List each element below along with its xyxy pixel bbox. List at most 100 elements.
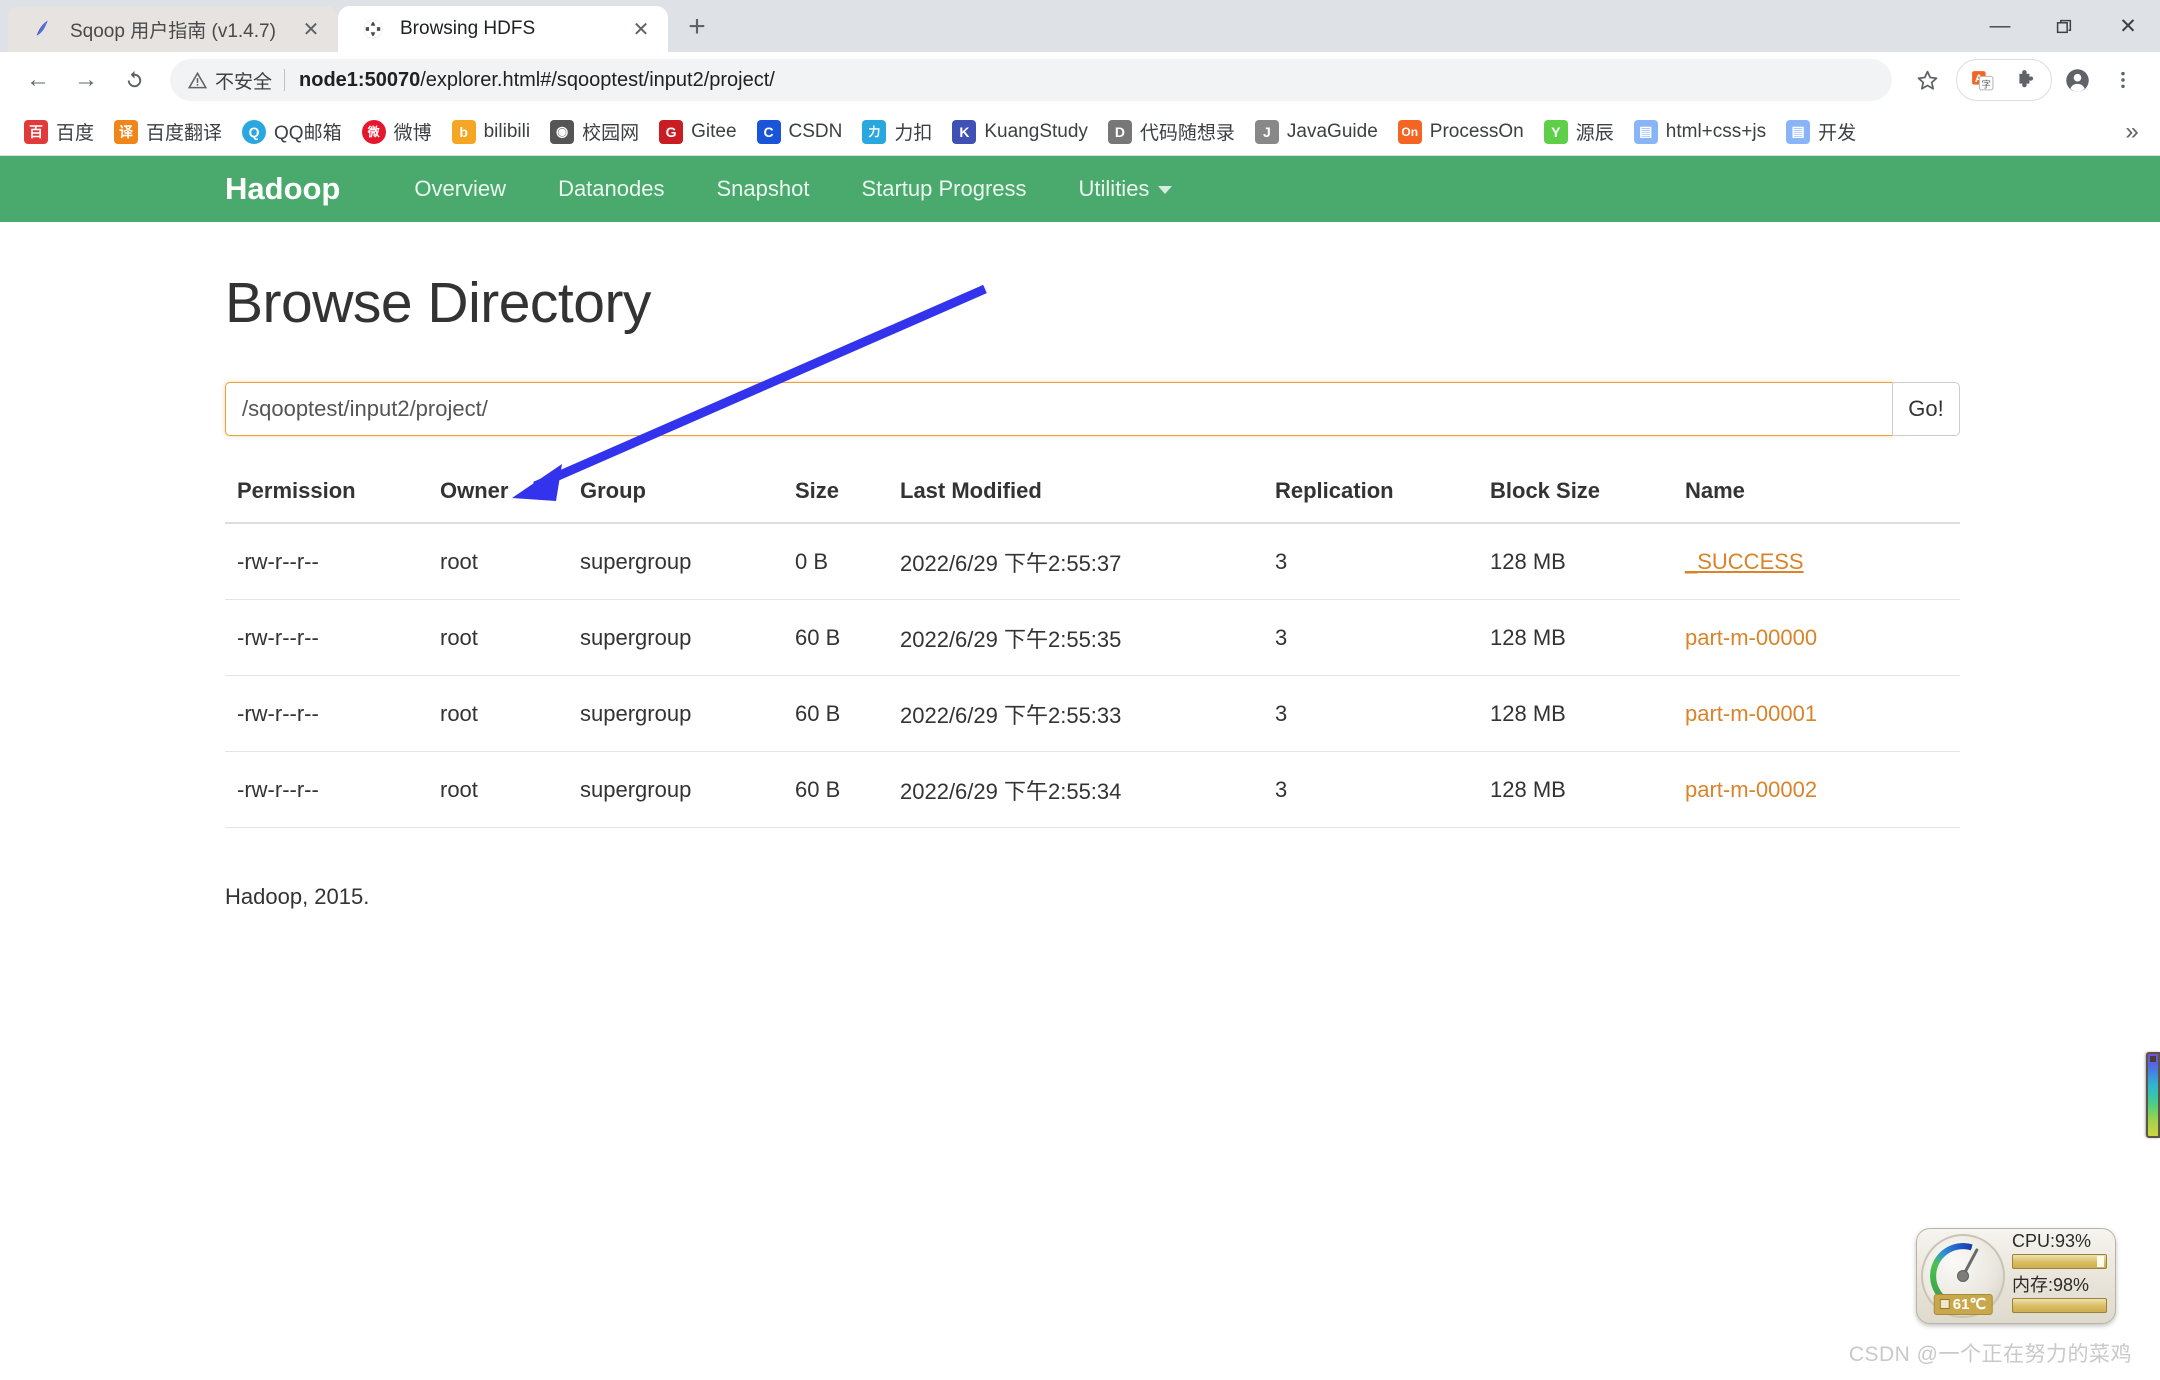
tab-title: Sqoop 用户指南 (v1.4.7) bbox=[70, 20, 276, 42]
bookmark-item[interactable]: J JavaGuide bbox=[1245, 115, 1388, 149]
edge-color-widget[interactable] bbox=[2146, 1052, 2160, 1138]
bookmark-item[interactable]: G Gitee bbox=[649, 115, 746, 149]
document-icon: D bbox=[1107, 119, 1132, 144]
file-link[interactable]: part-m-00001 bbox=[1685, 701, 1817, 726]
column-header-size[interactable]: Size bbox=[795, 478, 900, 524]
cell-last-modified: 2022/6/29 下午2:55:35 bbox=[900, 599, 1275, 676]
bookmark-label: 百度 bbox=[56, 123, 95, 144]
nav-item-datanodes[interactable]: Datanodes bbox=[532, 156, 690, 222]
column-header-owner[interactable]: Owner bbox=[440, 478, 580, 524]
go-button[interactable]: Go! bbox=[1892, 382, 1960, 436]
forward-icon[interactable]: → bbox=[64, 58, 108, 102]
cell-size: 0 B bbox=[795, 523, 900, 600]
browser-toolbar: ← → 不安全 node1:50070/explorer.html#/sqoop… bbox=[0, 52, 2160, 108]
tab-title: Browsing HDFS bbox=[400, 18, 536, 39]
maximize-icon[interactable] bbox=[2032, 0, 2096, 52]
hadoop-brand[interactable]: Hadoop bbox=[225, 171, 340, 207]
column-header-permission[interactable]: Permission bbox=[225, 478, 440, 524]
processon-icon: On bbox=[1397, 119, 1422, 144]
column-header-block-size[interactable]: Block Size bbox=[1490, 478, 1685, 524]
cell-replication: 3 bbox=[1275, 675, 1490, 752]
table-row: -rw-r--r-- root supergroup 0 B 2022/6/29… bbox=[225, 523, 1960, 600]
cell-block-size: 128 MB bbox=[1490, 599, 1685, 676]
cell-replication: 3 bbox=[1275, 751, 1490, 828]
table-row: -rw-r--r-- root supergroup 60 B 2022/6/2… bbox=[225, 751, 1960, 828]
file-link[interactable]: part-m-00002 bbox=[1685, 777, 1817, 802]
extension-pill: A 字 bbox=[1956, 59, 2052, 101]
bilibili-icon: b bbox=[451, 119, 476, 144]
cell-permission: -rw-r--r-- bbox=[225, 599, 440, 676]
baidu-icon: 百 bbox=[24, 119, 48, 144]
bookmark-label: CSDN bbox=[788, 120, 843, 142]
column-header-replication[interactable]: Replication bbox=[1275, 478, 1490, 524]
bookmark-item[interactable]: D 代码随想录 bbox=[1098, 113, 1245, 150]
leetcode-icon: 力 bbox=[862, 119, 887, 144]
column-header-group[interactable]: Group bbox=[580, 478, 795, 524]
cpu-memory-gadget[interactable]: 61℃ CPU:93% 内存:98% bbox=[1916, 1228, 2116, 1324]
gauge-hub bbox=[1957, 1270, 1969, 1282]
bookmark-label: bilibili bbox=[483, 120, 531, 142]
bookmark-item[interactable]: C CSDN bbox=[747, 115, 853, 149]
back-icon[interactable]: ← bbox=[16, 58, 60, 102]
nav-item-utilities[interactable]: Utilities bbox=[1053, 156, 1199, 222]
close-window-icon[interactable]: ✕ bbox=[2096, 0, 2160, 52]
star-icon[interactable] bbox=[1906, 59, 1948, 101]
nav-item-snapshot[interactable]: Snapshot bbox=[690, 156, 835, 222]
bookmark-item[interactable]: ▤ 开发 bbox=[1776, 113, 1866, 150]
minimize-icon[interactable]: — bbox=[1968, 0, 2032, 52]
column-header-name[interactable]: Name bbox=[1685, 478, 1960, 524]
globe-icon bbox=[360, 16, 386, 42]
cell-group: supergroup bbox=[580, 751, 795, 828]
bookmarks-overflow-icon[interactable]: » bbox=[2116, 116, 2148, 148]
file-link[interactable]: _SUCCESS bbox=[1685, 549, 1804, 574]
tab-close-icon[interactable]: ✕ bbox=[298, 16, 324, 42]
security-status-label: 不安全 bbox=[215, 71, 273, 93]
baidu-translate-icon: 译 bbox=[114, 119, 139, 144]
cell-owner: root bbox=[440, 599, 580, 676]
bookmarks-bar: 百百度 译百度翻译 Q QQ邮箱 微微博 b bilibili ◉ 校园网 G Gite… bbox=[0, 108, 2160, 156]
account-avatar-icon[interactable] bbox=[2056, 59, 2098, 101]
new-tab-button[interactable]: + bbox=[674, 4, 720, 50]
cpu-bar bbox=[2012, 1254, 2107, 1269]
watermark: CSDN @一个正在努力的菜鸡 bbox=[1848, 1343, 2132, 1366]
browser-tab-sqoop[interactable]: Sqoop 用户指南 (v1.4.7) ✕ bbox=[8, 6, 338, 52]
bookmark-label: Gitee bbox=[691, 120, 737, 142]
yuanchen-icon: Y bbox=[1543, 119, 1568, 144]
bookmark-item[interactable]: K KuangStudy bbox=[942, 115, 1098, 149]
path-input[interactable] bbox=[225, 382, 1892, 436]
browser-window: Sqoop 用户指南 (v1.4.7) ✕ Browsing HDFS ✕ + … bbox=[0, 0, 2160, 1380]
memory-bar bbox=[2012, 1297, 2107, 1313]
bookmark-item[interactable]: 力力扣 bbox=[852, 113, 942, 150]
bookmark-item[interactable]: 微微博 bbox=[352, 113, 442, 150]
bookmark-label: KuangStudy bbox=[984, 120, 1088, 142]
bookmark-item[interactable]: On ProcessOn bbox=[1388, 115, 1534, 149]
temperature-label: 61℃ bbox=[1952, 1296, 1987, 1313]
bookmark-item[interactable]: 百百度 bbox=[14, 113, 104, 150]
bookmark-item[interactable]: ◉ 校园网 bbox=[540, 113, 649, 150]
column-header-last-modified[interactable]: Last Modified bbox=[900, 478, 1275, 524]
reload-icon[interactable] bbox=[112, 58, 156, 102]
cell-group: supergroup bbox=[580, 675, 795, 752]
window-controls: — ✕ bbox=[1968, 0, 2160, 52]
bookmark-item[interactable]: 译百度翻译 bbox=[104, 113, 232, 150]
nav-item-startup-progress[interactable]: Startup Progress bbox=[835, 156, 1052, 222]
three-dot-menu-icon[interactable] bbox=[2102, 59, 2144, 101]
cell-last-modified: 2022/6/29 下午2:55:33 bbox=[900, 675, 1275, 752]
warning-triangle-icon bbox=[188, 71, 207, 90]
nav-item-utilities-label: Utilities bbox=[1078, 176, 1150, 201]
bookmark-item[interactable]: b bilibili bbox=[442, 115, 540, 149]
tab-close-icon[interactable]: ✕ bbox=[628, 16, 654, 42]
page-footer: Hadoop, 2015. bbox=[225, 884, 370, 909]
bookmark-item[interactable]: ▤ html+css+js bbox=[1624, 115, 1776, 149]
bookmark-item[interactable]: Y 源辰 bbox=[1534, 113, 1624, 150]
cell-owner: root bbox=[440, 523, 580, 600]
cell-permission: -rw-r--r-- bbox=[225, 751, 440, 828]
translate-icon[interactable]: A 字 bbox=[1961, 59, 2003, 101]
puzzle-piece-icon[interactable] bbox=[2005, 59, 2047, 101]
bookmark-label: 代码随想录 bbox=[1139, 123, 1235, 144]
nav-item-overview[interactable]: Overview bbox=[388, 156, 532, 222]
browser-tab-browsing-hdfs[interactable]: Browsing HDFS ✕ bbox=[338, 6, 668, 52]
bookmark-item[interactable]: Q QQ邮箱 bbox=[232, 113, 352, 150]
file-link[interactable]: part-m-00000 bbox=[1685, 625, 1817, 650]
address-bar[interactable]: 不安全 node1:50070/explorer.html#/sqooptest… bbox=[170, 59, 1892, 101]
